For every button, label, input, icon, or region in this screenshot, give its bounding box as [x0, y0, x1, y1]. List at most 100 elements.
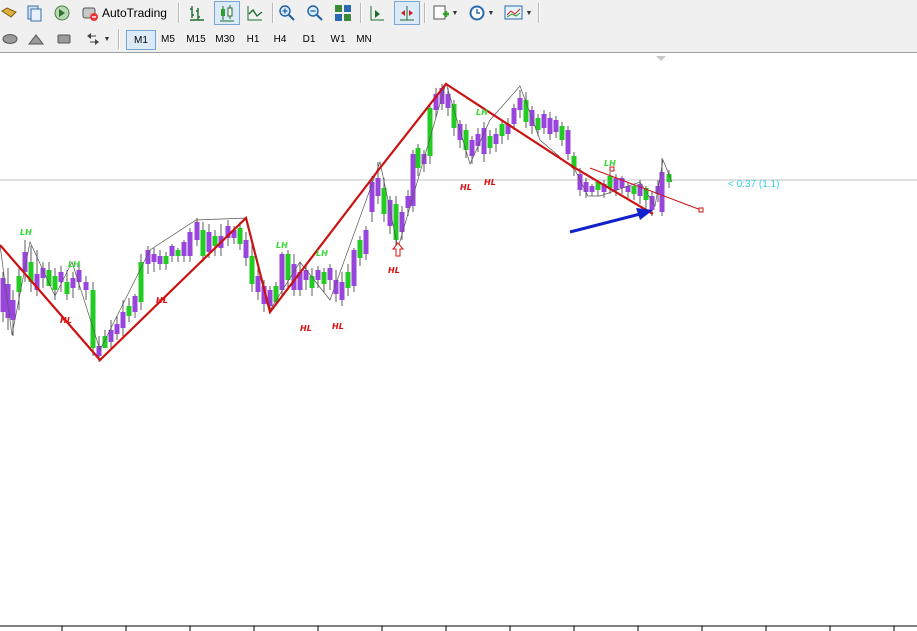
ellipse-tool-button[interactable] [0, 28, 20, 50]
templates-button[interactable]: ▼ [502, 2, 534, 24]
indicators-button[interactable]: ▼ [430, 2, 460, 24]
candle-body [187, 232, 193, 256]
timeframe-m15-button[interactable]: M15 [181, 30, 211, 48]
candle-body [375, 178, 381, 196]
profiles-icon [27, 5, 42, 22]
rectangle-tool-button[interactable] [54, 28, 74, 50]
candle-body [181, 242, 187, 256]
candle-body [565, 130, 571, 154]
timeframe-m1-button[interactable]: M1 [126, 30, 156, 50]
candle-body [200, 230, 206, 256]
toolbar-separator [424, 3, 426, 23]
candle-body [481, 128, 487, 154]
zoom-in-icon [279, 5, 295, 21]
toolbar-separator [118, 29, 120, 49]
timeframe-h4-button[interactable]: H4 [266, 30, 294, 48]
bar-chart-button[interactable] [186, 2, 208, 24]
candle-body [70, 278, 76, 288]
chart-shift-marker[interactable] [656, 56, 666, 61]
timeframe-h1-button[interactable]: H1 [240, 30, 266, 48]
candle-body [493, 134, 499, 144]
higher-low-label: HL [388, 266, 400, 275]
candle-body [279, 254, 285, 290]
candle-body [194, 222, 200, 240]
timeframe-m5-button[interactable]: M5 [154, 30, 182, 48]
candle-body [613, 178, 619, 190]
candle-body [212, 236, 218, 246]
candle-body [243, 240, 249, 258]
chevron-down-icon: ▼ [487, 9, 495, 17]
candle-body [351, 250, 357, 286]
market-watch-icon [54, 5, 70, 21]
arrows-tool-button[interactable]: ▼ [82, 28, 112, 50]
tile-windows-icon [335, 5, 351, 21]
lower-high-label: LH [604, 159, 616, 168]
candlestick-button[interactable] [214, 1, 240, 25]
up-arrow-marker [391, 242, 405, 257]
candle-body [499, 124, 505, 136]
candle-body [631, 186, 637, 194]
candle-body [321, 272, 327, 284]
candle-body [126, 306, 132, 316]
line-chart-button[interactable] [244, 2, 266, 24]
higher-low-label: HL [156, 296, 168, 305]
candle-body [457, 124, 463, 140]
chart-shift-icon [370, 6, 384, 21]
price-chart[interactable]: LH HL LH HL LH LH HL HL HL LH HL HL LH < 0:37 (1.1) [0, 53, 917, 631]
timeframe-w1-button[interactable]: W1 [324, 30, 352, 48]
timeframe-d1-button[interactable]: D1 [295, 30, 323, 48]
candle-body [410, 154, 416, 206]
candle-body [393, 204, 399, 240]
zoom-in-button[interactable] [276, 2, 298, 24]
autotrading-button[interactable]: AutoTrading [80, 2, 172, 24]
candle-body [90, 290, 96, 348]
candle-body [339, 282, 345, 300]
rectangle-icon [57, 34, 71, 44]
blue-arrow-head [636, 208, 653, 220]
candlestick-icon [220, 5, 234, 22]
chart-shift-button[interactable] [366, 2, 388, 24]
candle-body [463, 130, 469, 150]
zoom-out-button[interactable] [304, 2, 326, 24]
pivot-labels-layer: LH HL LH HL LH LH HL HL HL LH HL HL LH [20, 108, 616, 333]
autotrading-label: AutoTrading [102, 6, 167, 20]
timeframe-m30-button[interactable]: M30 [209, 30, 241, 48]
toolbar-separator [272, 3, 274, 23]
triangle-icon [27, 34, 45, 45]
candle-body [5, 284, 11, 318]
autoscroll-button[interactable] [394, 1, 420, 25]
candle-body [157, 256, 163, 264]
candle-body [475, 134, 481, 146]
open-folder-button[interactable] [0, 2, 18, 24]
candle-body [309, 276, 315, 288]
candle-body [357, 240, 363, 258]
trend-line-anchor-end[interactable] [698, 207, 704, 213]
arrows-icon [86, 33, 99, 45]
candle-body [169, 246, 175, 256]
candle-body [237, 228, 243, 244]
ellipse-icon [2, 34, 18, 44]
profiles-button[interactable] [24, 2, 44, 24]
candle-timer: < 0:37 (1.1) [728, 179, 779, 190]
candle-body [175, 250, 181, 256]
candle-body [547, 118, 553, 134]
candle-body [345, 272, 351, 288]
candle-body [517, 98, 523, 110]
lower-high-label: LH [276, 241, 288, 250]
candle-body [487, 136, 493, 148]
trend-line [589, 167, 702, 211]
candle-body [523, 100, 529, 122]
triangle-tool-button[interactable] [26, 28, 46, 50]
candle-body [415, 148, 421, 168]
toolbar-separator [360, 3, 362, 23]
candle-body [363, 230, 369, 254]
lower-high-label: LH [316, 249, 328, 258]
periods-button[interactable]: ▼ [466, 2, 496, 24]
timeframe-mn-button[interactable]: MN [349, 30, 379, 48]
higher-low-label: HL [60, 316, 72, 325]
autoscroll-icon [400, 6, 414, 21]
market-watch-button[interactable] [52, 2, 72, 24]
blue-arrow-shaft [569, 212, 641, 234]
tile-windows-button[interactable] [332, 2, 354, 24]
lower-high-label: LH [68, 260, 80, 269]
